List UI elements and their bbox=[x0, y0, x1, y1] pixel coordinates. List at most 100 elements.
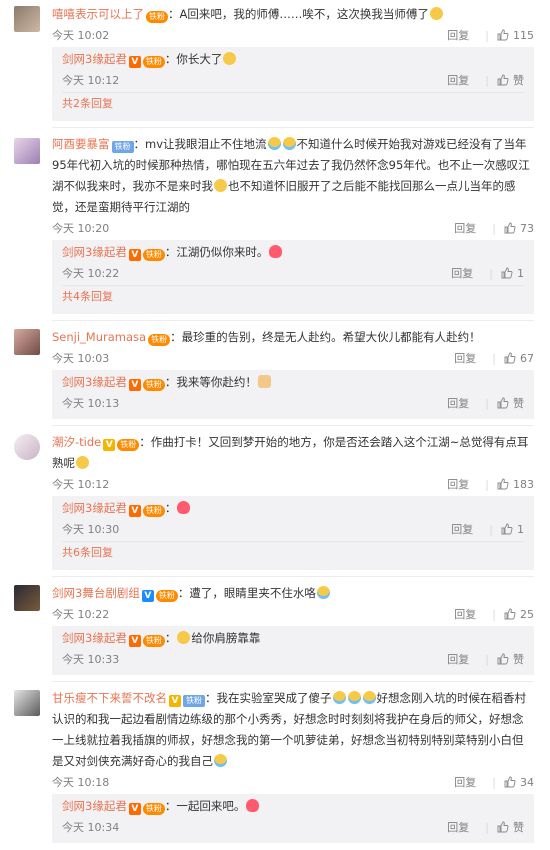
reply-time: 今天 10:12 bbox=[62, 74, 120, 87]
crying-emoji-icon bbox=[282, 137, 296, 150]
crying-emoji-icon bbox=[214, 754, 227, 767]
verified-badge: V bbox=[169, 695, 181, 707]
reply-button[interactable]: 回复 bbox=[454, 774, 476, 790]
like-button[interactable]: 赞 bbox=[497, 819, 524, 835]
like-button[interactable]: 1 bbox=[501, 267, 524, 280]
reply-button[interactable]: 回复 bbox=[451, 265, 473, 281]
avatar[interactable] bbox=[14, 690, 40, 716]
like-count: 1 bbox=[517, 266, 524, 280]
smile-emoji-icon bbox=[214, 179, 227, 192]
more-replies-link[interactable]: 共6条回复 bbox=[62, 541, 524, 564]
comment-time: 今天 10:22 bbox=[52, 608, 110, 621]
sub-reply-box: 剑网3缘起君 V 铁粉 ：江湖仍似你来时。 今天 10:22 回复 | 1 共4条回复 bbox=[52, 240, 534, 314]
reply-user[interactable]: 剑网3缘起君 bbox=[62, 375, 127, 389]
verified-badge: V bbox=[128, 803, 141, 815]
like-button[interactable]: 183 bbox=[497, 478, 534, 491]
reply-button[interactable]: 回复 bbox=[447, 27, 469, 43]
divider: | bbox=[485, 28, 489, 42]
divider: | bbox=[492, 607, 496, 621]
divider: | bbox=[485, 396, 489, 410]
reply-button[interactable]: 回复 bbox=[451, 521, 473, 537]
comment-user[interactable]: Senji_Muramasa bbox=[52, 330, 146, 344]
reply-text: ：江湖仍似你来时。 bbox=[164, 245, 269, 259]
reply-text: ：我来等你赴约！ bbox=[164, 375, 257, 389]
avatar[interactable] bbox=[14, 6, 40, 32]
crying-emoji-icon bbox=[267, 137, 281, 150]
like-button[interactable]: 赞 bbox=[497, 395, 524, 411]
thumbs-up-icon bbox=[497, 478, 509, 490]
like-count: 赞 bbox=[513, 821, 524, 834]
kiss-emoji-icon bbox=[177, 501, 191, 514]
reply-button[interactable]: 回复 bbox=[447, 72, 469, 88]
comment: 甘乐瘦不下来誓不改名 V 铁粉 ：我在实验室哭成了傻子 好想念刚入坑的时候在稻香村认识的… bbox=[0, 682, 550, 843]
thumbs-up-icon bbox=[497, 397, 509, 409]
like-count: 115 bbox=[513, 28, 534, 42]
like-button[interactable]: 67 bbox=[504, 352, 534, 365]
sub-reply-box: 剑网3缘起君 V 铁粉： 给你肩膀靠靠 今天 10:33 回复 | 赞 bbox=[52, 626, 534, 675]
like-button[interactable]: 赞 bbox=[497, 72, 524, 88]
reply-button[interactable]: 回复 bbox=[454, 350, 476, 366]
reply-user[interactable]: 剑网3缘起君 bbox=[62, 631, 127, 645]
fan-badge: 铁粉 bbox=[142, 803, 165, 815]
comment-time: 今天 10:02 bbox=[52, 29, 110, 42]
comment-user[interactable]: 剑网3舞台剧剧组 bbox=[52, 586, 140, 600]
iron-fan-badge: 铁粉 bbox=[183, 695, 205, 707]
reply-user[interactable]: 剑网3缘起君 bbox=[62, 501, 127, 515]
comment: Senji_Muramasa 铁粉 ：最珍重的告别，终是无人赴约。希望大伙儿都能有人… bbox=[0, 321, 550, 426]
thumbs-up-icon bbox=[497, 821, 509, 833]
comment-user[interactable]: 潮汐-tide bbox=[52, 435, 101, 449]
like-button[interactable]: 115 bbox=[497, 29, 534, 42]
like-count: 183 bbox=[513, 477, 534, 491]
reply-time: 今天 10:30 bbox=[62, 523, 120, 536]
reply-button[interactable]: 回复 bbox=[447, 395, 469, 411]
divider: | bbox=[485, 652, 489, 666]
like-button[interactable]: 73 bbox=[504, 222, 534, 235]
reply-button[interactable]: 回复 bbox=[447, 819, 469, 835]
more-replies-link[interactable]: 共4条回复 bbox=[62, 285, 524, 308]
comment-user[interactable]: 嘻嘻表示可以上了 bbox=[52, 7, 144, 21]
divider: | bbox=[485, 73, 489, 87]
comment-text: ：遭了，眼睛里夹不住水咯 bbox=[177, 586, 316, 600]
reply-text: ： bbox=[164, 501, 177, 515]
reply-user[interactable]: 剑网3缘起君 bbox=[62, 799, 127, 813]
sub-reply-box: 剑网3缘起君 V 铁粉 ：一起回来吧。 今天 10:34 回复 | 赞 bbox=[52, 794, 534, 843]
thumbs-up-icon bbox=[497, 29, 509, 41]
like-button[interactable]: 25 bbox=[504, 608, 534, 621]
avatar[interactable] bbox=[14, 329, 40, 355]
thumbs-up-icon bbox=[504, 222, 516, 234]
reply-time: 今天 10:22 bbox=[62, 267, 120, 280]
more-replies-link[interactable]: 共2条回复 bbox=[62, 92, 524, 115]
comment: 潮汐-tide V 铁粉 ：作曲打卡！又回到梦开始的地方，你是否还会踏入这个江湖~总觉… bbox=[0, 426, 550, 577]
verified-badge: V bbox=[128, 635, 141, 647]
reply-button[interactable]: 回复 bbox=[447, 651, 469, 667]
reply-button[interactable]: 回复 bbox=[447, 476, 469, 492]
comment-time: 今天 10:12 bbox=[52, 478, 110, 491]
like-count: 34 bbox=[520, 775, 534, 789]
comment-time: 今天 10:18 bbox=[52, 776, 110, 789]
comment-text: ：A回来吧，我的师傅……唉不，这次换我当师傅了 bbox=[168, 7, 429, 21]
crying-emoji-icon bbox=[332, 691, 346, 704]
reply-time: 今天 10:34 bbox=[62, 821, 120, 834]
avatar[interactable] bbox=[14, 585, 40, 611]
reply-text: 给你肩膀靠靠 bbox=[191, 631, 261, 645]
divider: | bbox=[489, 522, 493, 536]
thumbs-up-icon bbox=[501, 523, 513, 535]
comment-user[interactable]: 甘乐瘦不下来誓不改名 bbox=[52, 691, 167, 705]
thumbs-up-icon bbox=[504, 776, 516, 788]
like-button[interactable]: 赞 bbox=[497, 651, 524, 667]
verified-badge: V bbox=[141, 590, 154, 602]
reply-button[interactable]: 回复 bbox=[454, 220, 476, 236]
cute-face-emoji-icon bbox=[257, 375, 271, 388]
avatar[interactable] bbox=[14, 434, 40, 460]
sub-reply-box: 剑网3缘起君 V 铁粉 ：我来等你赴约！ 今天 10:13 回复 | 赞 bbox=[52, 370, 534, 419]
fan-badge: 铁粉 bbox=[142, 505, 165, 517]
avatar[interactable] bbox=[14, 138, 40, 164]
like-button[interactable]: 34 bbox=[504, 776, 534, 789]
like-button[interactable]: 1 bbox=[501, 523, 524, 536]
reply-button[interactable]: 回复 bbox=[454, 606, 476, 622]
reply-user[interactable]: 剑网3缘起君 bbox=[62, 52, 127, 66]
reply-user[interactable]: 剑网3缘起君 bbox=[62, 245, 127, 259]
comment-user[interactable]: 阿酉要暴富 bbox=[52, 137, 110, 151]
smile-emoji-icon bbox=[223, 52, 237, 65]
fan-badge: 铁粉 bbox=[148, 334, 171, 346]
